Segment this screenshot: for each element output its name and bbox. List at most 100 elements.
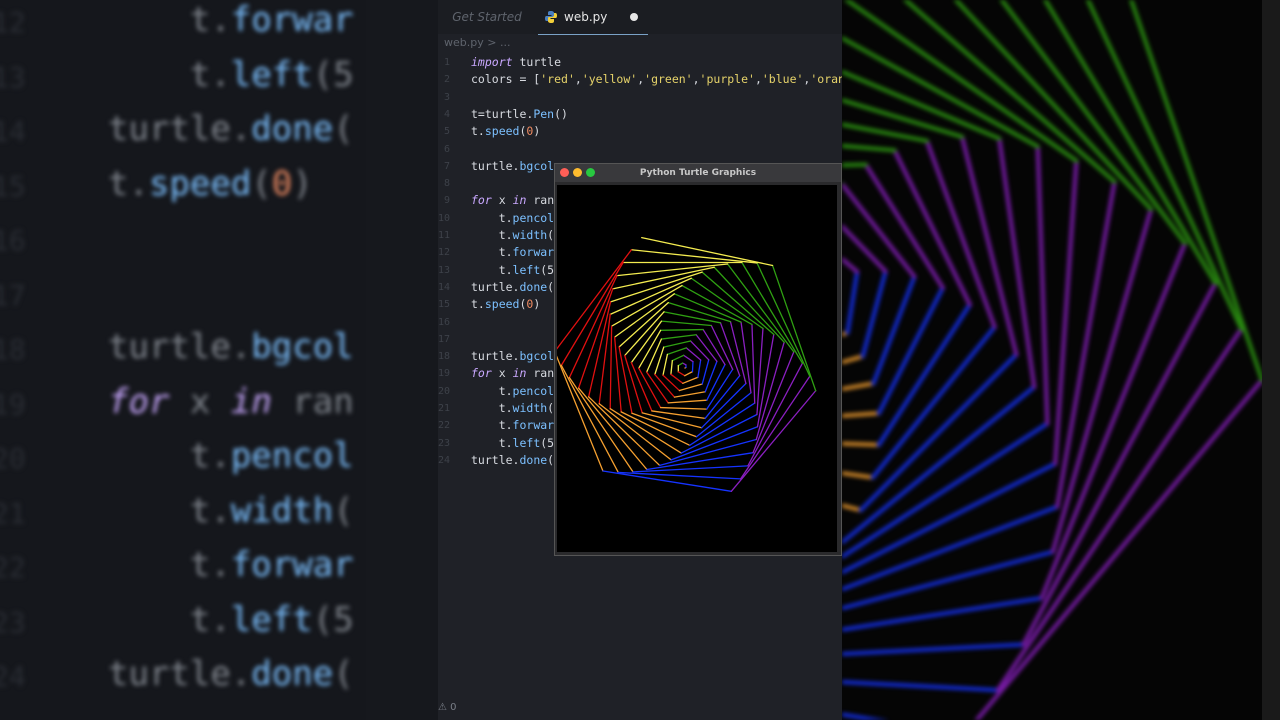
spiral-segment [842, 384, 1037, 544]
tab-web-py[interactable]: web.py [538, 0, 648, 35]
line-number: 24 [438, 454, 451, 466]
line-number: 19 [438, 368, 451, 380]
spiral-segment [1055, 179, 1117, 509]
background-code-text: t.left(5 [108, 54, 354, 95]
spiral-segment [630, 249, 758, 264]
code-line[interactable]: 2 colors = ['red','yellow','green','purpl… [438, 71, 842, 88]
code-text: t.pencol [471, 383, 555, 398]
background-divider [366, 0, 438, 720]
spiral-segment [660, 334, 697, 340]
background-code-text: t.forwar [108, 0, 354, 40]
background-code-text: t.width( [108, 490, 354, 531]
spiral-segment [689, 340, 710, 361]
line-number: 18 [438, 351, 451, 363]
code-text: colors = ['red','yellow','green','purple… [471, 72, 842, 87]
spiral-segment [842, 354, 865, 365]
spiral-segment [682, 376, 699, 384]
spiral-segment [1039, 241, 1187, 601]
spiral-segment [684, 370, 694, 377]
line-number: 17 [438, 333, 451, 345]
background-line-number: 23 [0, 605, 26, 639]
code-text: turtle.bgcol [471, 158, 555, 173]
line-number: 1 [443, 57, 450, 68]
background-code-text: for x in ran [108, 381, 354, 422]
spiral-segment [842, 549, 1055, 611]
spiral-segment [568, 274, 618, 379]
background-zoomed-code: 12 t.forwar 13 t.left(5 14 turtle.done(15 t.… [0, 0, 438, 720]
spiral-segment [697, 359, 702, 378]
spiral-segment [666, 347, 687, 356]
line-number: 12 [438, 247, 451, 259]
line-number: 3 [443, 91, 450, 103]
spiral-segment [842, 143, 897, 153]
spiral-segment [659, 438, 757, 467]
line-number: 11 [438, 230, 451, 241]
spiral-segment [659, 406, 708, 410]
spiral-segment [662, 374, 681, 392]
code-text: turtle.done( [471, 279, 555, 294]
spiral-segment [610, 284, 683, 327]
background-line-number: 12 [0, 6, 26, 39]
background-line-number: 14 [0, 115, 26, 148]
spiral-segment [726, 263, 795, 353]
code-line[interactable]: 1 import turtle [438, 54, 842, 71]
code-text: for x in ran [471, 193, 555, 208]
spiral-segment [616, 263, 729, 277]
breadcrumb[interactable]: web.py > ... [444, 36, 510, 49]
code-text: t.pencol [471, 210, 555, 225]
turtle-graphics-window: Python Turtle Graphics [554, 163, 842, 556]
spiral-segment [654, 373, 676, 398]
spiral-segment [670, 359, 673, 375]
code-line[interactable]: 5 t.speed(0) [438, 123, 842, 140]
spiral-segment [609, 325, 613, 410]
turtle-canvas[interactable] [557, 185, 837, 552]
hexagon-spiral-drawing [557, 237, 817, 492]
line-number: 14 [438, 281, 451, 293]
code-text: t.forwar [471, 245, 555, 260]
line-number: 21 [438, 403, 451, 414]
code-text: t.speed(0) [471, 297, 541, 312]
line-number: 16 [438, 316, 451, 328]
spiral-segment [613, 336, 622, 413]
spiral-segment [641, 237, 774, 267]
spiral-segment [729, 320, 747, 385]
line-number: 9 [443, 195, 450, 207]
code-text: t.width( [471, 401, 555, 415]
code-text: t.speed(0) [471, 124, 541, 139]
line-number: 23 [438, 437, 451, 449]
spiral-segment [662, 353, 669, 376]
background-line-number: 22 [0, 551, 26, 584]
background-line-number: 20 [0, 442, 26, 475]
code-text: t=turtle.Pen() [471, 106, 568, 121]
code-line[interactable]: 6 [438, 141, 842, 158]
background-line-number: 24 [0, 660, 26, 693]
spiral-segment [713, 266, 785, 343]
code-line[interactable]: 3 [438, 89, 842, 106]
background-code-text: t.left(5 [108, 599, 354, 640]
spiral-segment [677, 371, 686, 377]
background-line-number: 21 [0, 496, 26, 530]
tab-get-started[interactable]: Get Started [438, 0, 536, 34]
status-count: 0 [450, 702, 457, 713]
spiral-segment [704, 375, 741, 420]
spiral-segment [858, 352, 1019, 513]
background-code-text: turtle.bgcol [108, 327, 354, 367]
spiral-segment [756, 262, 811, 377]
spiral-segment [587, 396, 661, 467]
spiral-segment [646, 338, 663, 373]
unsaved-dot-icon[interactable] [630, 13, 638, 21]
spiral-segment [842, 162, 868, 168]
spiral-segment [842, 642, 1026, 657]
status-problems-count[interactable]: ⚠ 0 [438, 702, 457, 713]
spiral-segment [842, 441, 881, 447]
spiral-segment [902, 0, 1117, 184]
spiral-segment [678, 383, 703, 392]
window-titlebar[interactable]: Python Turtle Graphics [555, 164, 841, 182]
code-line[interactable]: 4 t=turtle.Pen() [438, 106, 842, 123]
code-text: t.left(5 [471, 262, 555, 277]
background-code-text: turtle.done( [108, 654, 354, 694]
spiral-segment [691, 360, 694, 373]
background-line-number: 18 [0, 333, 26, 366]
spiral-segment [842, 411, 881, 418]
spiral-segment [701, 382, 747, 429]
